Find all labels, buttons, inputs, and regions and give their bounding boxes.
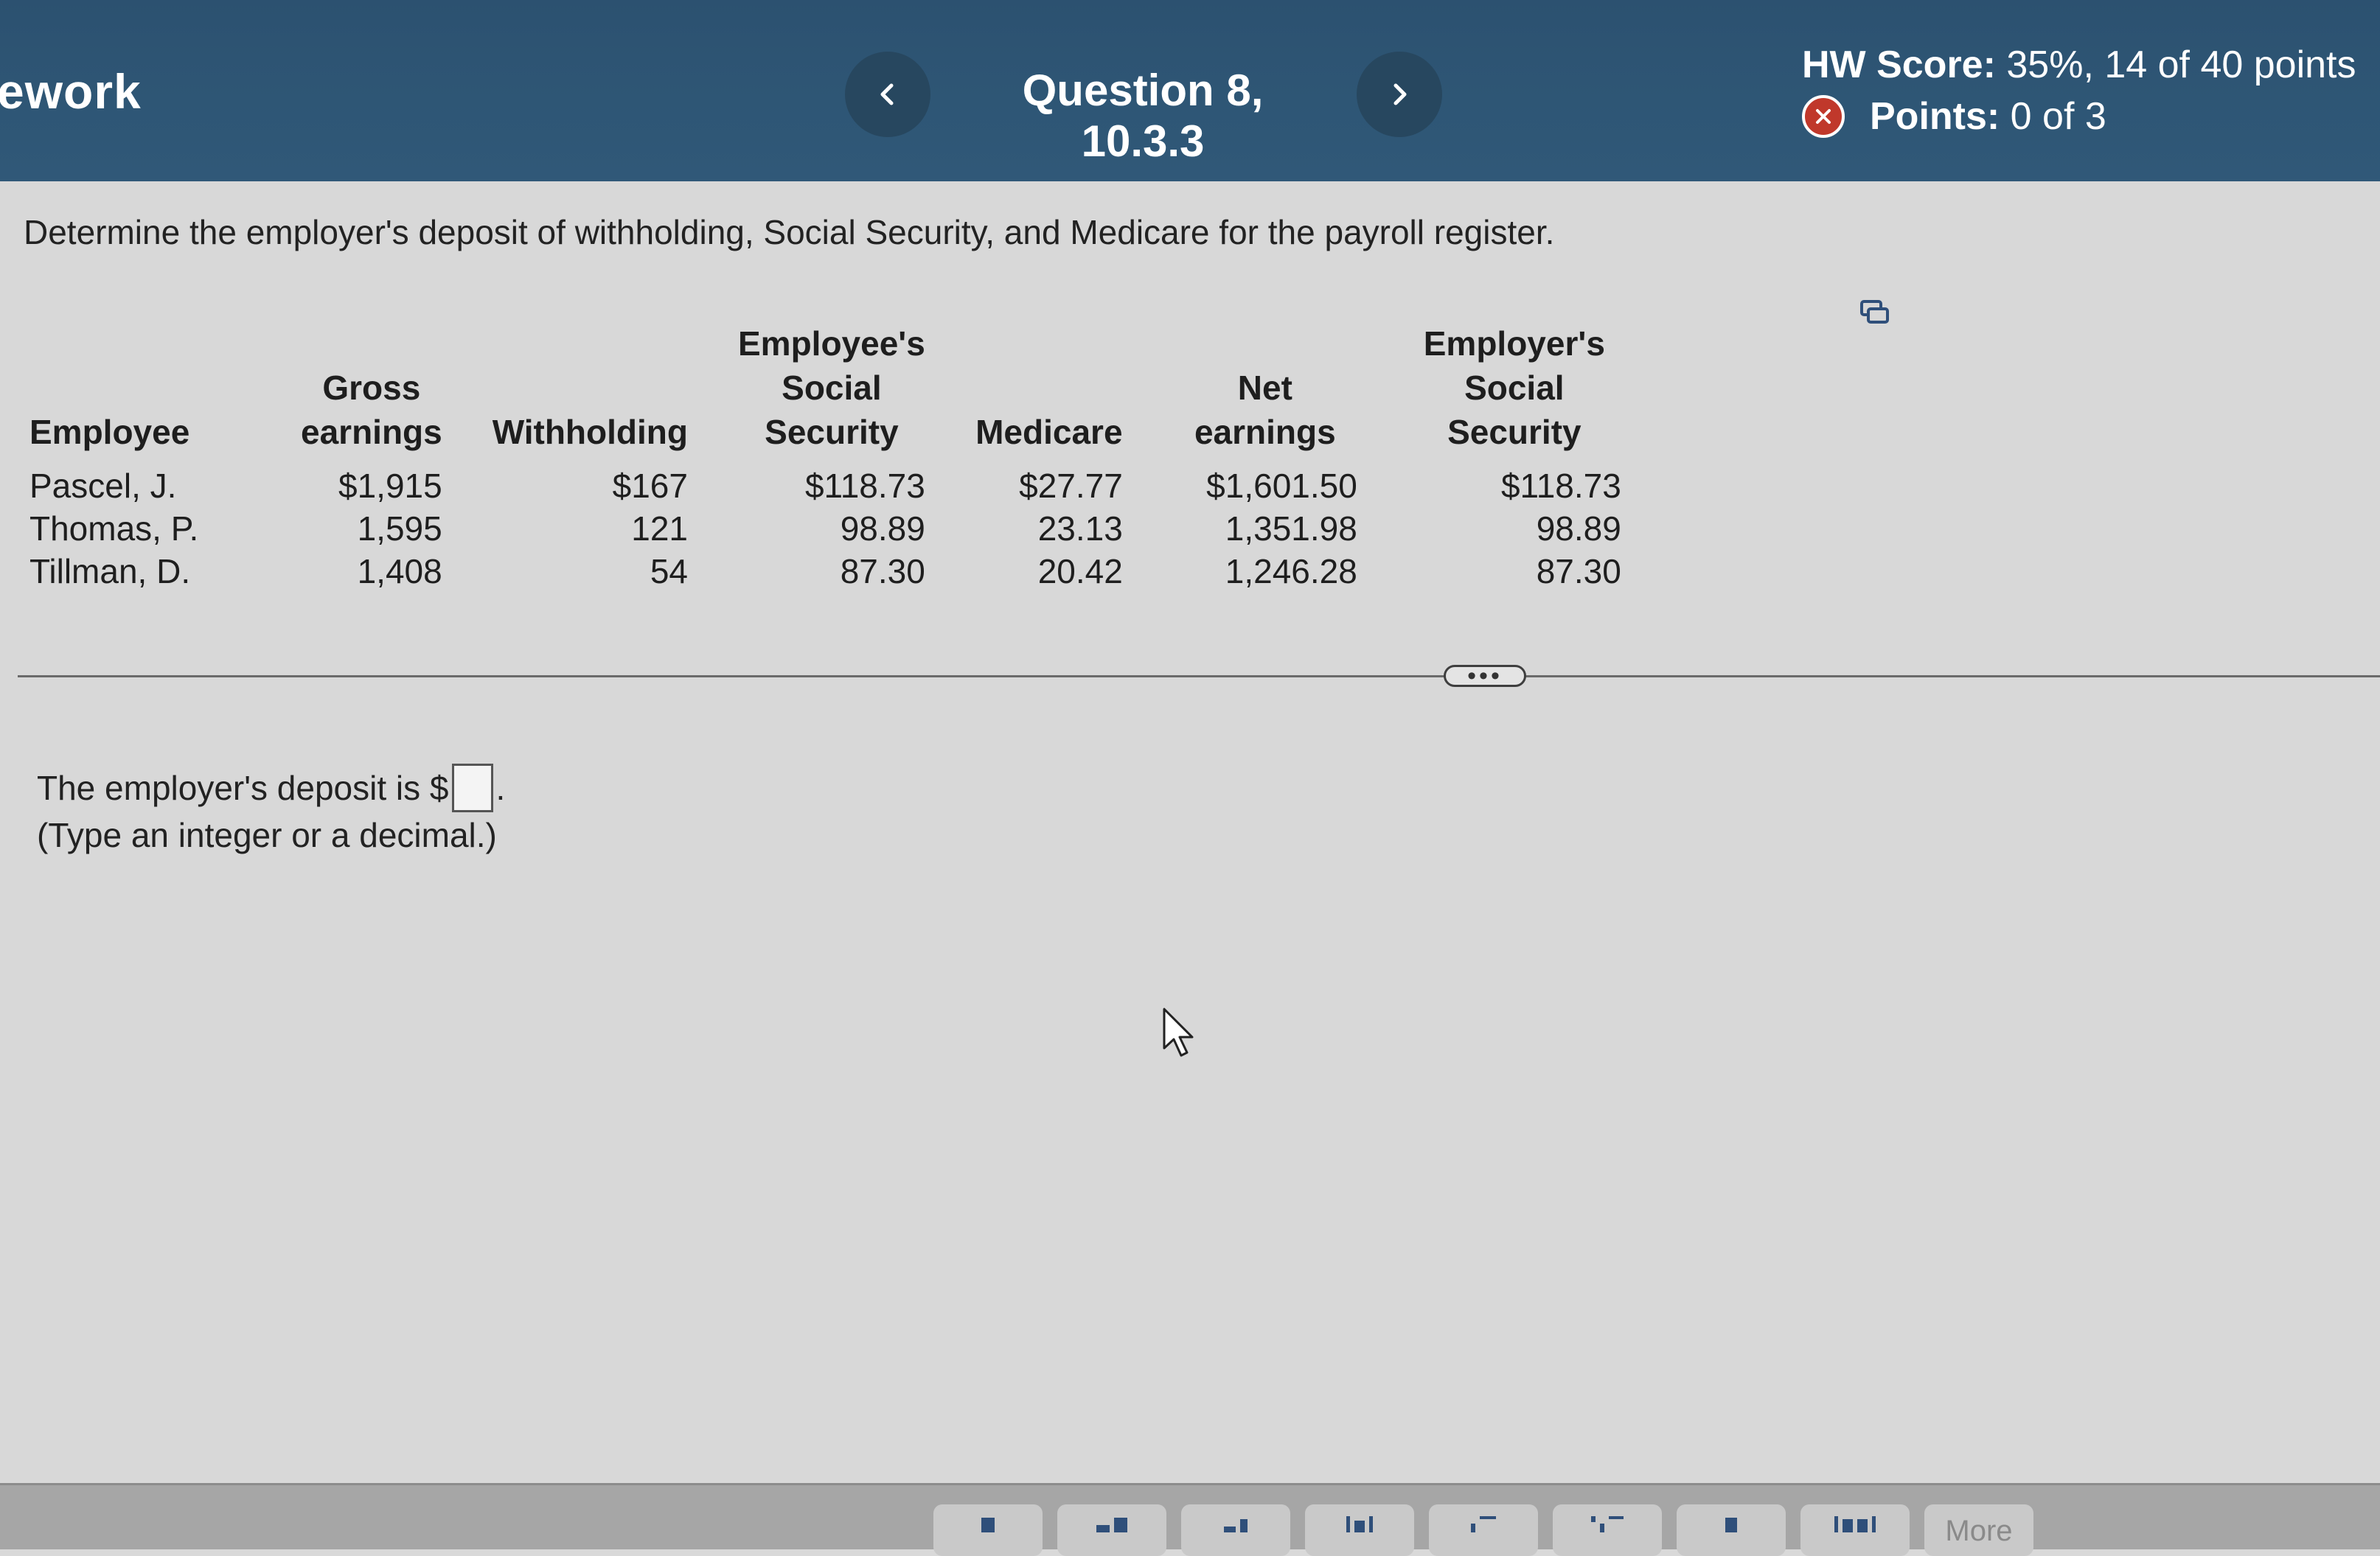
header-net-earnings: Net earnings xyxy=(1194,369,1336,451)
cell-employee: Pascel, J. xyxy=(29,467,177,505)
top-header: ework Question 8, 10.3.3 HW Score: 35%, … xyxy=(0,0,2380,181)
cell-employer-social-security: 87.30 xyxy=(1536,552,1621,590)
square-root-tool-button[interactable] xyxy=(1429,1504,1538,1556)
question-prompt: Determine the employer's deposit of with… xyxy=(24,213,1555,251)
previous-question-button[interactable] xyxy=(845,52,930,137)
header-withholding: Withholding xyxy=(492,413,688,451)
parentheses-tool-button[interactable] xyxy=(1800,1504,1910,1556)
header-employee-social-security: Employee's Social Security xyxy=(737,324,925,451)
cell-withholding: 121 xyxy=(631,509,688,548)
cell-gross-earnings: 1,408 xyxy=(357,552,442,590)
chevron-right-icon xyxy=(1393,83,1407,105)
cell-net-earnings: 1,351.98 xyxy=(1225,509,1357,548)
hw-score-value: 35%, 14 of 40 points xyxy=(2006,43,2356,86)
popout-icon[interactable] xyxy=(1859,299,1889,326)
next-question-button[interactable] xyxy=(1357,52,1442,137)
expand-handle-button[interactable]: ••• xyxy=(1444,663,1526,688)
cell-employee-social-security: $118.73 xyxy=(804,467,925,505)
payroll-register-table: Employee Gross earnings Withholding Empl… xyxy=(22,321,1646,593)
decimal-tool-button[interactable] xyxy=(1677,1504,1786,1556)
cell-gross-earnings: $1,915 xyxy=(338,467,442,505)
cell-withholding: 54 xyxy=(650,552,688,590)
nth-root-icon xyxy=(1591,1516,1624,1532)
cell-employee: Tillman, D. xyxy=(29,552,191,590)
table-header-row: Employee Gross earnings Withholding Empl… xyxy=(22,321,1646,464)
answer-prefix: The employer's deposit is $ xyxy=(37,769,449,807)
fraction-tool-button[interactable] xyxy=(933,1504,1043,1556)
cell-gross-earnings: 1,595 xyxy=(357,509,442,548)
answer-hint: (Type an integer or a decimal.) xyxy=(37,816,497,854)
app-title: ework xyxy=(0,64,142,119)
x-circle-icon xyxy=(1802,95,1845,138)
cell-medicare: $27.77 xyxy=(1019,467,1123,505)
answer-suffix: . xyxy=(495,769,506,807)
mouse-pointer-icon xyxy=(1163,1008,1194,1057)
cell-medicare: 20.42 xyxy=(1037,552,1123,590)
points-value: 0 of 3 xyxy=(2010,95,2106,138)
header-employer-social-security: Employer's Social Security xyxy=(1423,324,1605,451)
deposit-answer-input[interactable] xyxy=(451,764,493,812)
table-row: Thomas, P. 1,595 121 98.89 23.13 1,351.9… xyxy=(22,507,1646,550)
mixed-number-tool-button[interactable] xyxy=(1057,1504,1166,1556)
fraction-icon xyxy=(981,1516,995,1532)
absolute-value-tool-button[interactable] xyxy=(1305,1504,1414,1556)
cell-employer-social-security: $118.73 xyxy=(1500,467,1621,505)
hw-score: HW Score: 35%, 14 of 40 points xyxy=(1802,43,2356,87)
math-toolbar: More xyxy=(0,1483,2380,1556)
hw-score-label: HW Score: xyxy=(1802,43,1996,86)
decimal-icon xyxy=(1725,1516,1737,1532)
parentheses-icon xyxy=(1834,1516,1876,1532)
nth-root-tool-button[interactable] xyxy=(1553,1504,1662,1556)
header-employee: Employee xyxy=(29,413,190,451)
cell-employee: Thomas, P. xyxy=(29,509,199,548)
section-divider xyxy=(18,675,2380,677)
cell-net-earnings: $1,601.50 xyxy=(1206,467,1357,505)
more-tools-button[interactable]: More xyxy=(1924,1504,2033,1556)
mixed-number-icon xyxy=(1096,1516,1127,1532)
cell-withholding: $167 xyxy=(612,467,688,505)
table-row: Pascel, J. $1,915 $167 $118.73 $27.77 $1… xyxy=(22,464,1646,507)
exponent-tool-button[interactable] xyxy=(1181,1504,1290,1556)
absolute-value-icon xyxy=(1346,1516,1373,1532)
points-status: Points: 0 of 3 xyxy=(1802,94,2106,139)
chevron-left-icon xyxy=(880,83,894,105)
question-content: Determine the employer's deposit of with… xyxy=(0,181,2380,1483)
exponent-icon xyxy=(1224,1516,1248,1532)
square-root-icon xyxy=(1471,1516,1496,1532)
cell-employee-social-security: 87.30 xyxy=(840,552,925,590)
points-label: Points: xyxy=(1870,95,2000,138)
answer-line: The employer's deposit is $ . xyxy=(37,764,505,812)
cell-net-earnings: 1,246.28 xyxy=(1225,552,1357,590)
header-medicare: Medicare xyxy=(975,413,1123,451)
cell-medicare: 23.13 xyxy=(1037,509,1123,548)
cell-employee-social-security: 98.89 xyxy=(840,509,925,548)
table-row: Tillman, D. 1,408 54 87.30 20.42 1,246.2… xyxy=(22,550,1646,593)
question-title: Question 8, 10.3.3 xyxy=(1022,66,1264,166)
header-gross-earnings: Gross earnings xyxy=(301,369,442,451)
cell-employer-social-security: 98.89 xyxy=(1536,509,1621,548)
